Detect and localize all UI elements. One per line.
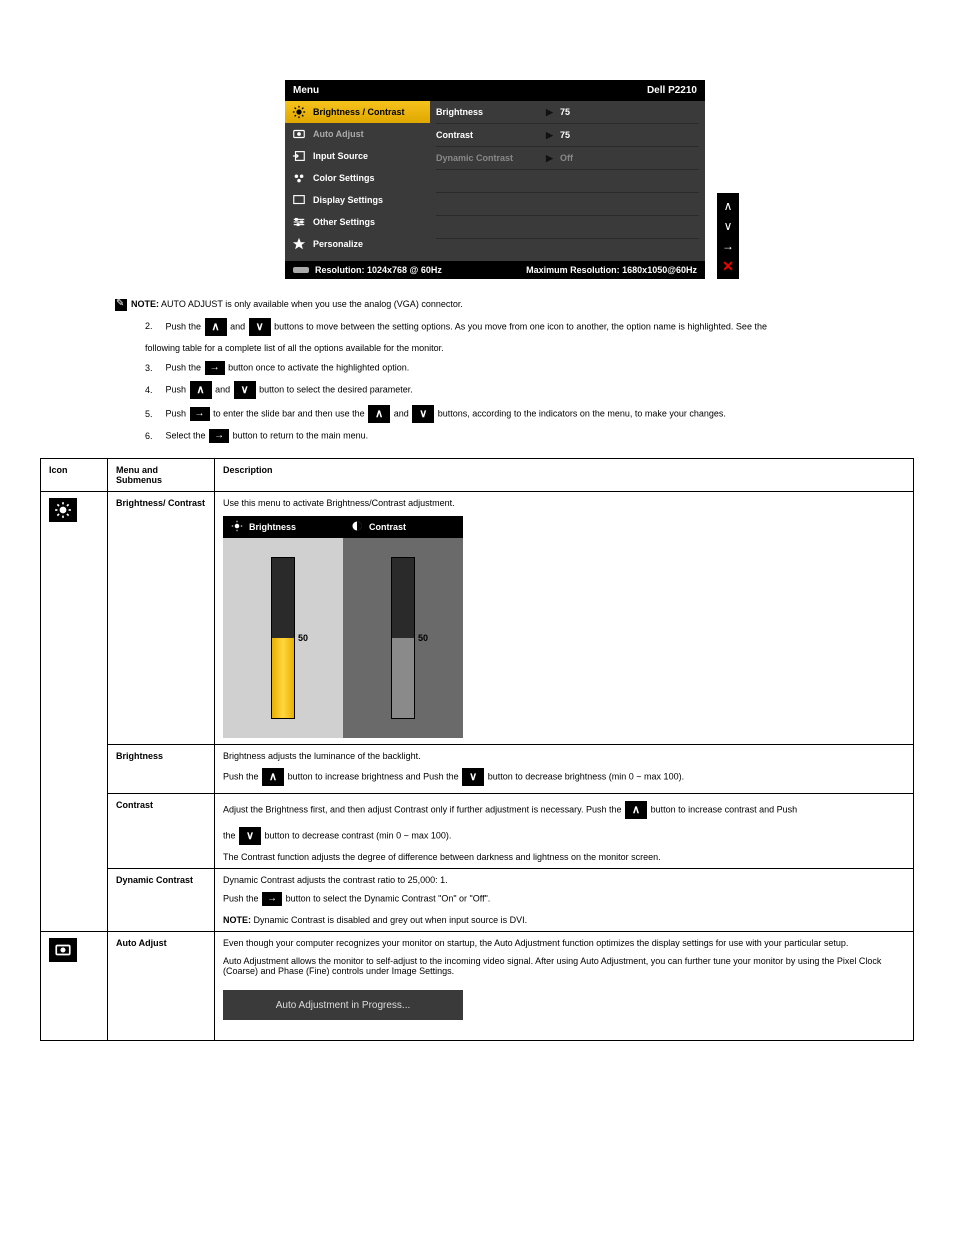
step-3: 3. Push the button once to activate the … bbox=[145, 360, 914, 376]
osd-item-display-settings[interactable]: Display Settings bbox=[285, 189, 430, 211]
osd-left-menu: Brightness / Contrast Auto Adjust Input … bbox=[285, 101, 430, 261]
nav-up-button[interactable]: ∧ bbox=[719, 197, 737, 215]
sliders-icon bbox=[291, 215, 307, 229]
osd-main-menu: Menu Dell P2210 Brightness / Contrast Au… bbox=[285, 80, 705, 279]
target-large-icon bbox=[49, 938, 77, 962]
th-menu: Menu and Submenus bbox=[108, 459, 215, 492]
monitor-icon bbox=[291, 193, 307, 207]
osd-item-personalize[interactable]: Personalize bbox=[285, 233, 430, 255]
step-6: 6. Select the button to return to the ma… bbox=[145, 428, 914, 444]
button-down-icon bbox=[238, 826, 262, 846]
osd-title: Menu bbox=[293, 85, 319, 96]
note-icon bbox=[115, 299, 127, 311]
menu-dynamic-contrast: Dynamic Contrast bbox=[108, 869, 215, 932]
dots-icon bbox=[291, 171, 307, 185]
th-desc: Description bbox=[215, 459, 914, 492]
desc-auto-adjust: Even though your computer recognizes you… bbox=[215, 932, 914, 1041]
menu-brightness-contrast: Brightness/ Contrast bbox=[108, 492, 215, 745]
screen-small-icon bbox=[293, 267, 309, 273]
osd-item-auto-adjust[interactable]: Auto Adjust bbox=[285, 123, 430, 145]
menu-brightness: Brightness bbox=[108, 745, 215, 794]
contrast-slider[interactable]: 50 bbox=[391, 557, 415, 719]
osd-resolution: Resolution: 1024x768 @ 60Hz bbox=[293, 265, 442, 275]
button-down-icon bbox=[461, 767, 485, 787]
auto-adjust-progress: Auto Adjustment in Progress... bbox=[223, 990, 463, 1020]
star-icon bbox=[291, 237, 307, 251]
osd-model: Dell P2210 bbox=[647, 85, 697, 96]
button-up-icon bbox=[367, 404, 391, 424]
desc-brightness: Brightness adjusts the luminance of the … bbox=[215, 745, 914, 794]
osd-row-brightness[interactable]: Brightness ▶ 75 bbox=[436, 101, 699, 124]
step-4: 4. Push and button to select the desired… bbox=[145, 380, 914, 400]
button-down-icon bbox=[248, 317, 272, 337]
desc-bc-intro: Use this menu to activate Brightness/Con… bbox=[223, 498, 905, 508]
osd-item-brightness-contrast[interactable]: Brightness / Contrast bbox=[285, 101, 430, 123]
note-auto-adjust: NOTE: AUTO ADJUST is only available when… bbox=[115, 299, 914, 311]
menu-auto-adjust: Auto Adjust bbox=[108, 932, 215, 1041]
osd-right-panel: Brightness ▶ 75 Contrast ▶ 75 Dynamic Co… bbox=[430, 101, 705, 261]
nav-close-button[interactable]: ✕ bbox=[719, 257, 737, 275]
menu-contrast: Contrast bbox=[108, 794, 215, 869]
button-enter-icon bbox=[208, 428, 230, 444]
osd-item-input-source[interactable]: Input Source bbox=[285, 145, 430, 167]
caret-right-icon: ▶ bbox=[546, 153, 560, 164]
sun-small-icon bbox=[231, 520, 243, 534]
input-icon bbox=[291, 149, 307, 163]
nav-down-button[interactable]: ∨ bbox=[719, 217, 737, 235]
button-up-icon bbox=[189, 380, 213, 400]
desc-contrast: Adjust the Brightness first, and then ad… bbox=[215, 794, 914, 869]
step-2-cont: following table for a complete list of a… bbox=[145, 341, 914, 356]
button-up-icon bbox=[261, 767, 285, 787]
button-enter-icon bbox=[261, 891, 283, 907]
desc-dynamic-contrast: Dynamic Contrast adjusts the contrast ra… bbox=[215, 869, 914, 932]
brightness-contrast-panel: Brightness Contrast 50 bbox=[223, 516, 463, 738]
target-icon bbox=[291, 127, 307, 141]
osd-row-contrast[interactable]: Contrast ▶ 75 bbox=[436, 124, 699, 147]
button-up-icon bbox=[204, 317, 228, 337]
osd-item-other-settings[interactable]: Other Settings bbox=[285, 211, 430, 233]
contrast-small-icon bbox=[351, 520, 363, 534]
step-2: 2. Push the and buttons to move between … bbox=[145, 317, 914, 337]
step-5: 5. Push to enter the slide bar and then … bbox=[145, 404, 914, 424]
osd-max-resolution: Maximum Resolution: 1680x1050@60Hz bbox=[526, 265, 697, 275]
caret-right-icon: ▶ bbox=[546, 107, 560, 118]
button-down-icon bbox=[233, 380, 257, 400]
button-enter-icon bbox=[189, 406, 211, 422]
osd-item-color-settings[interactable]: Color Settings bbox=[285, 167, 430, 189]
button-down-icon bbox=[411, 404, 435, 424]
button-up-icon bbox=[624, 800, 648, 820]
menu-description-table: Icon Menu and Submenus Description Brigh… bbox=[40, 458, 914, 1041]
caret-right-icon: ▶ bbox=[546, 130, 560, 141]
sun-large-icon bbox=[49, 498, 77, 522]
th-icon: Icon bbox=[41, 459, 108, 492]
sun-icon bbox=[291, 105, 307, 119]
nav-enter-button[interactable]: → bbox=[719, 237, 737, 255]
button-enter-icon bbox=[204, 360, 226, 376]
osd-row-dynamic-contrast: Dynamic Contrast ▶ Off bbox=[436, 147, 699, 170]
osd-side-buttons: ∧ ∨ → ✕ bbox=[717, 193, 739, 279]
brightness-slider[interactable]: 50 bbox=[271, 557, 295, 719]
